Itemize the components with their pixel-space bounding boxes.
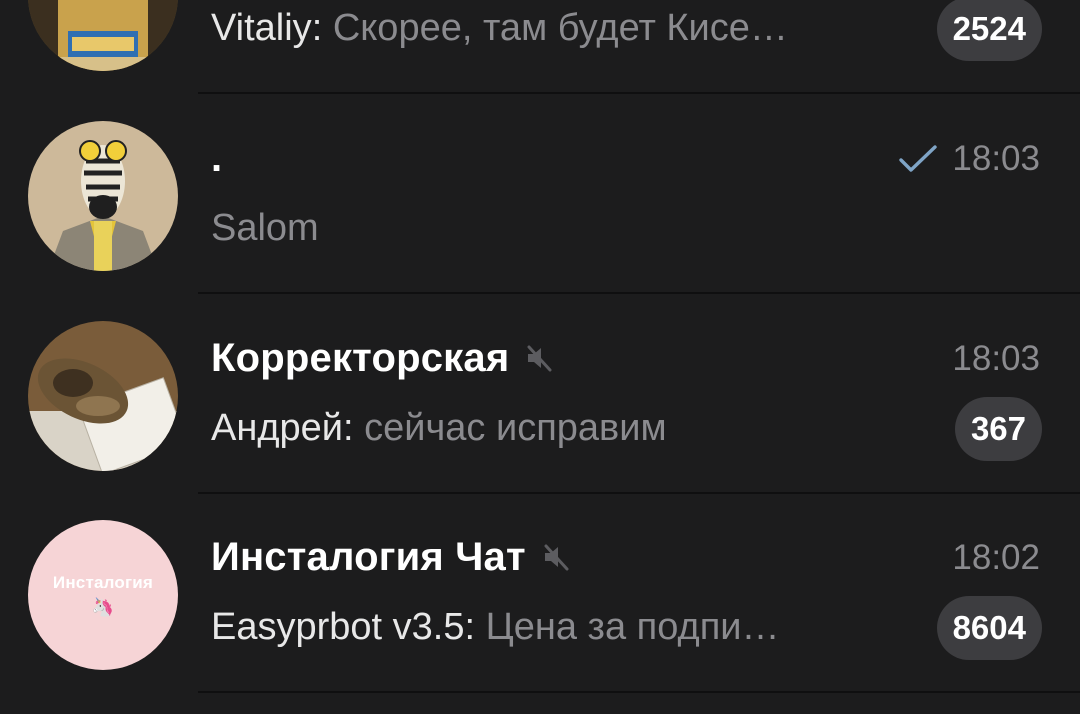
- bottle-photo-avatar: [28, 0, 178, 71]
- unread-count-badge: 8604: [936, 596, 1042, 660]
- preview-sender: Easyprbot v3.5: [211, 606, 465, 648]
- chat-row-instalogia[interactable]: Инсталогия 🦄 Инсталогия Чат 18:02 Easypr…: [0, 495, 1080, 693]
- chat-title: Корректорская: [211, 335, 510, 380]
- preview-sender: Vitaliy: [211, 7, 312, 49]
- preview-text: Скорее, там будет Кисе…: [332, 7, 788, 49]
- preview-text: сейчас исправим: [364, 407, 667, 449]
- chat-avatar[interactable]: [28, 321, 178, 471]
- chat-avatar[interactable]: [28, 121, 178, 271]
- chat-meta: 18:02: [952, 533, 1040, 583]
- preview-text: Цена за подпи…: [485, 606, 780, 648]
- unread-count-badge: 367: [954, 397, 1042, 461]
- chat-time: 18:02: [952, 538, 1040, 577]
- muted-icon: [527, 345, 552, 372]
- chat-title-line: Инсталогия Чат: [211, 529, 570, 585]
- chat-title-line: .: [211, 130, 222, 186]
- read-check-icon: [899, 145, 938, 172]
- chat-meta: 18:03: [898, 134, 1040, 184]
- row-divider: [198, 691, 1080, 693]
- chat-meta: 18:03: [952, 334, 1040, 384]
- preview-text: Salom: [211, 207, 319, 249]
- chat-title-line: Корректорская: [211, 330, 553, 386]
- unread-count-badge: 2524: [936, 0, 1042, 61]
- chat-row-korrektorskaya[interactable]: Корректорская 18:03 Андрей: сейчас испра…: [0, 296, 1080, 494]
- row-divider: [198, 292, 1080, 294]
- chat-title: Инсталогия Чат: [211, 534, 526, 579]
- cat-on-keyboard-avatar: [28, 321, 178, 471]
- zebra-illustration-avatar: [28, 121, 178, 271]
- avatar-logo-text: Инсталогия: [52, 572, 154, 592]
- unicorn-icon: 🦄: [91, 596, 115, 618]
- chat-time: 18:03: [952, 139, 1040, 178]
- message-preview: Vitaliy: Скорее, там будет Кисе…: [211, 7, 788, 49]
- row-divider: [198, 492, 1080, 494]
- instalogia-logo-avatar: Инсталогия 🦄: [28, 520, 178, 670]
- message-preview: Андрей: сейчас исправим: [211, 407, 667, 449]
- preview-sender: Андрей: [211, 407, 343, 449]
- chat-time: 18:03: [952, 339, 1040, 378]
- muted-icon: [544, 544, 569, 571]
- row-divider: [198, 92, 1080, 94]
- chat-row-dot[interactable]: . 18:03 Salom: [0, 96, 1080, 294]
- chat-avatar[interactable]: [28, 0, 178, 71]
- message-preview: Easyprbot v3.5: Цена за подпи…: [211, 606, 780, 648]
- chat-row-vitaliy[interactable]: Vitaliy: Скорее, там будет Кисе… 2524: [0, 0, 1080, 94]
- chat-title: .: [211, 135, 223, 180]
- chat-avatar[interactable]: Инсталогия 🦄: [28, 520, 178, 670]
- message-preview: Salom: [211, 200, 891, 256]
